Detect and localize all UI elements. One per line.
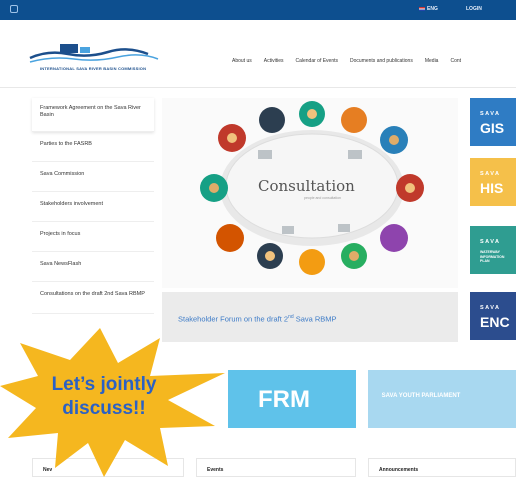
tile-enc-small: SAVA xyxy=(480,305,501,311)
frm-label: FRM xyxy=(258,386,310,413)
nav-about-us[interactable]: About us xyxy=(232,58,252,64)
youth-parliament-banner[interactable]: SAVA YOUTH PARLIAMENT xyxy=(368,370,516,428)
sava-his-tile[interactable]: SAVA HIS xyxy=(470,158,516,206)
top-bar: ENG LOGIN xyxy=(0,0,516,20)
sava-waterway-tile[interactable]: SAVA WATERWAY INFORMATION PLAN xyxy=(470,226,516,274)
site-header: INTERNATIONAL SAVA RIVER BASIN COMMISSIO… xyxy=(0,20,516,88)
nav-documents[interactable]: Documents and publications xyxy=(350,58,413,64)
login-link[interactable]: LOGIN xyxy=(466,6,482,12)
tile-gis-small: SAVA xyxy=(480,111,501,117)
menu-icon[interactable] xyxy=(10,5,18,13)
tile-wat-small: SAVA xyxy=(480,239,501,245)
tile-enc-big: ENC xyxy=(480,314,510,330)
logo-text: INTERNATIONAL SAVA RIVER BASIN COMMISSIO… xyxy=(40,66,147,71)
announcements-heading: Announcements xyxy=(379,467,419,473)
sidebar-item-newsflash[interactable]: Sava NewsFlash xyxy=(32,252,154,282)
nav-activities[interactable]: Activities xyxy=(264,58,284,64)
sidebar-item-framework-agreement[interactable]: Framework Agreement on the Sava River Ba… xyxy=(32,98,154,132)
hero-banner[interactable]: Consultation people and consultation xyxy=(162,98,458,288)
tile-his-big: HIS xyxy=(480,180,504,196)
sidebar-item-projects[interactable]: Projects in focus xyxy=(32,222,154,252)
tile-gis-big: GIS xyxy=(480,120,505,136)
starburst-callout: Let’s jointly discuss!! xyxy=(0,318,250,477)
sava-gis-tile[interactable]: SAVA GIS xyxy=(470,98,516,146)
hero-title: Consultation xyxy=(258,177,355,195)
nav-contact[interactable]: Cont xyxy=(450,58,461,64)
tile-his-small: SAVA xyxy=(480,171,501,177)
callout-line-2: discuss!! xyxy=(62,398,146,419)
language-label: ENG xyxy=(427,6,438,12)
callout-text: Let’s jointly discuss!! xyxy=(26,373,182,421)
sava-enc-tile[interactable]: SAVA ENC xyxy=(470,292,516,340)
main-nav: About us Activities Calendar of Events D… xyxy=(232,58,461,64)
nav-calendar[interactable]: Calendar of Events xyxy=(295,58,338,64)
tile-wat-tiny: WATERWAY INFORMATION PLAN xyxy=(480,250,505,263)
sidebar-item-consultations[interactable]: Consultations on the draft 2nd Sava RBMP xyxy=(32,282,154,314)
flag-icon xyxy=(419,6,425,11)
sidebar-item-stakeholders[interactable]: Stakeholders involvement xyxy=(32,192,154,222)
hero-subtitle: people and consultation xyxy=(304,196,341,200)
sidebar-item-sava-commission[interactable]: Sava Commission xyxy=(32,162,154,192)
youth-parliament-label: SAVA YOUTH PARLIAMENT xyxy=(381,393,461,399)
announcements-section-header: Announcements xyxy=(368,458,516,477)
nav-media[interactable]: Media xyxy=(425,58,439,64)
language-selector[interactable]: ENG xyxy=(419,6,438,12)
sidebar-menu: Framework Agreement on the Sava River Ba… xyxy=(32,98,154,314)
sidebar-item-parties[interactable]: Parties to the FASRB xyxy=(32,132,154,162)
site-logo[interactable]: INTERNATIONAL SAVA RIVER BASIN COMMISSIO… xyxy=(28,42,168,82)
callout-line-1: Let’s jointly xyxy=(51,374,157,395)
caption-text-end: Sava RBMP xyxy=(293,314,337,324)
